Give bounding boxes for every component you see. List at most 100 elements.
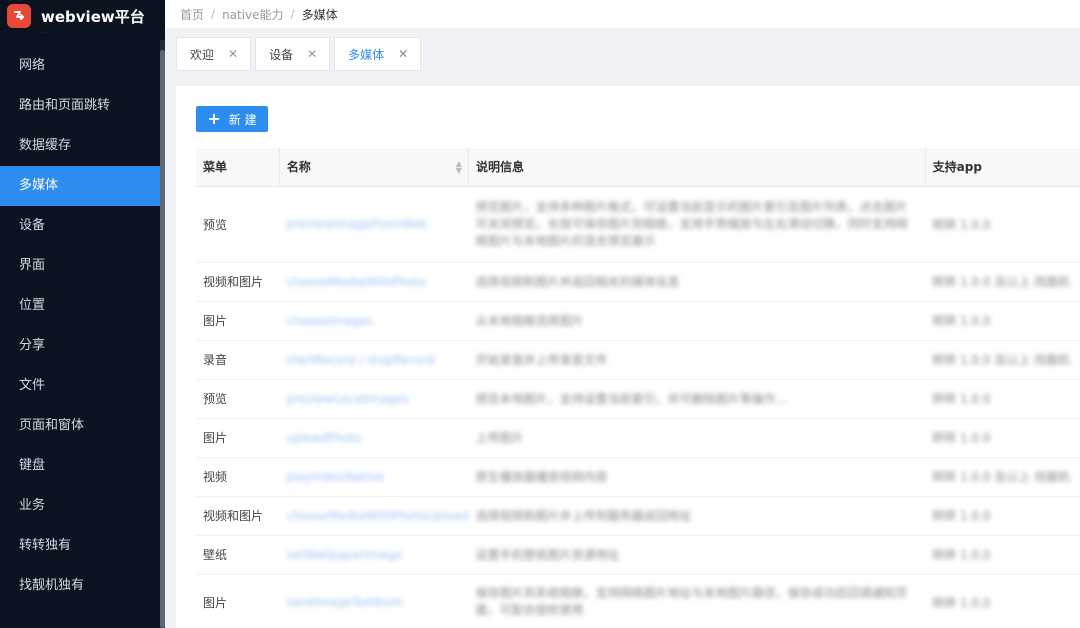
cell-menu: 预览	[203, 392, 228, 406]
close-icon[interactable]: ✕	[307, 47, 317, 61]
cell-desc: 从本地相册选择图片	[475, 314, 584, 328]
column-header-desc: 说明信息	[467, 148, 926, 187]
table-cell: 原生播放器播放视频内容	[468, 457, 926, 497]
table-row: 图片 uploadPhoto 上传图片 转转 1.0.0	[196, 418, 1080, 458]
breadcrumb-separator: /	[290, 7, 295, 21]
cell-name-link[interactable]: chooseMediaWithPhoto	[286, 275, 468, 289]
breadcrumb-item-native[interactable]: native能力	[222, 6, 283, 23]
table-row: 壁纸 setWallpaperImage 设置手机壁纸图片资源地址 转转 1.0.0	[196, 535, 1080, 575]
sidebar-item[interactable]: 网络	[0, 46, 160, 86]
cell-app: 转转 1.0.0	[932, 548, 991, 562]
close-icon[interactable]: ✕	[398, 47, 408, 61]
table-cell: 预览本地图片，支持设置当前索引，并可删除图片等操作...	[468, 379, 926, 419]
cell-name-link[interactable]: uploadPhoto	[286, 431, 468, 445]
table-cell: 转转 1.0.0	[925, 379, 1080, 419]
column-header-name-label: 名称	[286, 160, 311, 175]
table-cell: 壁纸	[196, 535, 280, 575]
table-cell: 转转 1.0.0 及以上 找靓机 1.0.0	[925, 262, 1080, 302]
table-row: 视频和图片 chooseMediaWithPhoto 选择视频和图片并返回相关的媒体…	[196, 262, 1080, 302]
tab-label: 多媒体	[348, 47, 385, 62]
sidebar-item[interactable]: 页面和窗体	[0, 406, 160, 446]
sidebar-item[interactable]: 文件	[0, 366, 160, 406]
table-cell: 设置手机壁纸图片资源地址	[468, 535, 926, 575]
table-row: 视频和图片 chooseMediaWithPhotoUpload 选择视频和图片并上…	[196, 496, 1080, 536]
cell-menu: 壁纸	[203, 548, 228, 562]
table-cell: 转转 1.0.0	[925, 574, 1080, 628]
tab-bar: 欢迎 ✕ 设备 ✕ 多媒体 ✕	[165, 28, 1080, 74]
tab-multimedia[interactable]: 多媒体 ✕	[334, 37, 422, 71]
sidebar-item[interactable]: 分享	[0, 326, 160, 366]
sidebar-item[interactable]: 键盘	[0, 446, 160, 486]
cell-name-link[interactable]: setWallpaperImage	[286, 548, 468, 562]
sidebar-item[interactable]: 数据缓存	[0, 126, 160, 166]
sidebar-item[interactable]: 多媒体	[0, 166, 160, 206]
table-cell: chooseMediaWithPhoto	[279, 262, 469, 302]
table-cell: 选择视频和图片并返回相关的媒体信息	[468, 262, 926, 302]
table-cell: 视频	[196, 457, 280, 497]
cell-desc: 预览本地图片，支持设置当前索引，并可删除图片等操作...	[475, 392, 787, 406]
table-cell: 转转 1.0.0	[925, 496, 1080, 536]
tab-welcome[interactable]: 欢迎 ✕	[176, 37, 252, 71]
table-cell: 转转 1.0.0 及以上 找靓机 1.0.0	[925, 340, 1080, 380]
cell-app: 转转 1.0.0	[932, 392, 991, 406]
table-cell: 选择视频和图片并上传到服务器返回地址	[468, 496, 926, 536]
sidebar-item[interactable]: 业务	[0, 486, 160, 526]
table-cell: 图片	[196, 301, 280, 341]
cell-menu: 视频和图片	[203, 509, 264, 523]
column-header-name[interactable]: 名称 ▲ ▼	[278, 148, 469, 187]
cell-name-link[interactable]: saveImageToAlbum	[286, 595, 468, 609]
cell-desc: 设置手机壁纸图片资源地址	[475, 548, 620, 562]
tab-device[interactable]: 设备 ✕	[255, 37, 331, 71]
table-cell: 上传图片	[468, 418, 926, 458]
table-row: 预览 previewImageFromWeb 预览图片，支持多种图片格式，可设置当前…	[196, 186, 1080, 263]
sidebar-item[interactable]: 路由和页面跳转	[0, 86, 160, 126]
table-cell: startRecord / stopRecord	[279, 340, 469, 380]
sidebar-item[interactable]: 找靓机独有	[0, 566, 160, 606]
table-row: 图片 chooseImages 从本地相册选择图片 转转 1.0.0	[196, 301, 1080, 341]
table-cell: saveImageToAlbum	[279, 574, 469, 628]
app-logo[interactable]: webview平台	[0, 0, 165, 32]
cell-menu: 图片	[203, 431, 228, 445]
sidebar-scrollbar-thumb[interactable]	[160, 50, 165, 628]
table-cell: 转转 1.0.0 及以上 找靓机 1.0.0	[925, 457, 1080, 497]
new-button-label: 新 建	[228, 112, 257, 127]
table-cell: 预览	[196, 379, 280, 419]
breadcrumb-separator: /	[211, 7, 216, 21]
cell-app: 转转 1.0.0	[932, 314, 991, 328]
cell-name-link[interactable]: chooseImages	[286, 314, 468, 328]
cell-name-link[interactable]: playVideoNative	[286, 470, 468, 484]
table-cell: 预览	[196, 186, 280, 263]
breadcrumb: 首页 / native能力 / 多媒体	[165, 0, 1080, 28]
cell-name-link[interactable]: previewLocalImages	[286, 392, 468, 406]
cell-desc: 预览图片，支持多种图片格式，可设置当前显示的图片索引及图片列表，点击图片可关闭预…	[475, 199, 908, 248]
table-cell: 开始录音并上传录音文件	[468, 340, 926, 380]
sidebar-scrollbar[interactable]	[160, 40, 165, 628]
cell-desc: 选择视频和图片并返回相关的媒体信息	[475, 275, 680, 289]
sidebar-item[interactable]: 转转独有	[0, 526, 160, 566]
sidebar: 基础能力网络路由和页面跳转数据缓存多媒体设备界面位置分享文件页面和窗体键盘业务转…	[0, 0, 165, 628]
table-row: 预览 previewLocalImages 预览本地图片，支持设置当前索引，并可删除…	[196, 379, 1080, 419]
cell-name-link[interactable]: startRecord / stopRecord	[286, 353, 468, 367]
cell-name-link[interactable]: chooseMediaWithPhotoUpload	[286, 509, 468, 523]
sort-icon[interactable]: ▲ ▼	[456, 160, 462, 175]
sidebar-item[interactable]: 界面	[0, 246, 160, 286]
table-cell: 视频和图片	[196, 262, 280, 302]
cell-desc: 原生播放器播放视频内容	[475, 470, 608, 484]
close-icon[interactable]: ✕	[228, 47, 238, 61]
cell-app: 转转 1.0.0	[932, 217, 991, 232]
table-cell: 转转 1.0.0	[925, 186, 1080, 263]
sidebar-item[interactable]: 位置	[0, 286, 160, 326]
table-cell: uploadPhoto	[279, 418, 469, 458]
cell-name-link[interactable]: previewImageFromWeb	[286, 217, 468, 231]
cell-app: 转转 1.0.0 及以上 找靓机 1.0.0	[932, 353, 1072, 367]
breadcrumb-item-current: 多媒体	[301, 7, 338, 22]
cell-app: 转转 1.0.0 及以上 找靓机 1.0.0	[932, 470, 1072, 484]
breadcrumb-item-home[interactable]: 首页	[180, 6, 204, 23]
table-cell: 保存图片到系统相册，支持网络图片地址与本地图片路径，保存成功后回调通知页面，可配…	[468, 574, 926, 628]
table-row: 录音 startRecord / stopRecord 开始录音并上传录音文件 转转 …	[196, 340, 1080, 380]
cell-desc: 选择视频和图片并上传到服务器返回地址	[475, 509, 692, 523]
sidebar-item[interactable]: 设备	[0, 206, 160, 246]
new-button[interactable]: + 新 建	[196, 106, 268, 132]
table-cell: 图片	[196, 418, 280, 458]
cell-desc: 上传图片	[475, 431, 524, 445]
